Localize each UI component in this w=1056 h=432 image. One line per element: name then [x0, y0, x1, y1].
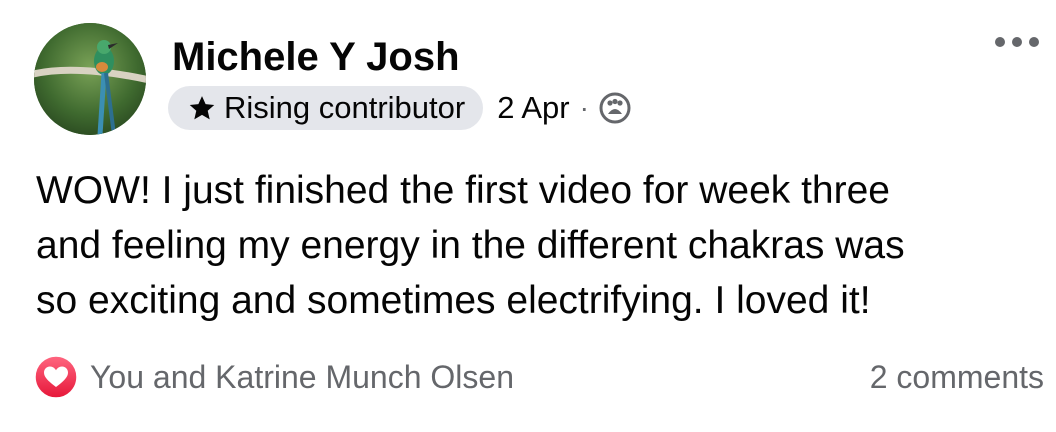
more-options-icon[interactable]	[992, 30, 1042, 54]
post-text-line: so exciting and sometimes electrifying. …	[36, 279, 871, 322]
post-text-line: WOW! I just finished the first video for…	[36, 169, 890, 212]
reactions-summary[interactable]: You and Katrine Munch Olsen	[34, 355, 514, 399]
post-date[interactable]: 2 Apr	[497, 90, 569, 126]
comments-count[interactable]: 2 comments	[870, 355, 1044, 399]
group-icon[interactable]	[599, 92, 631, 124]
post-text-line: and feeling my energy in the different c…	[36, 224, 905, 267]
heart-reaction-icon	[34, 355, 78, 399]
meta-separator: ·	[579, 92, 589, 123]
author-name[interactable]: Michele Y Josh	[172, 34, 460, 80]
avatar[interactable]	[34, 23, 146, 135]
contributor-badge[interactable]: Rising contributor	[168, 86, 484, 130]
star-icon	[189, 96, 215, 120]
reactions-label: You and Katrine Munch Olsen	[90, 358, 514, 395]
post-card: Michele Y Josh Rising contributor 2 Apr …	[0, 0, 1056, 432]
badge-label: Rising contributor	[224, 90, 466, 125]
post-meta: Rising contributor 2 Apr ·	[168, 86, 631, 130]
post-text: WOW! I just finished the first video for…	[36, 163, 1036, 328]
